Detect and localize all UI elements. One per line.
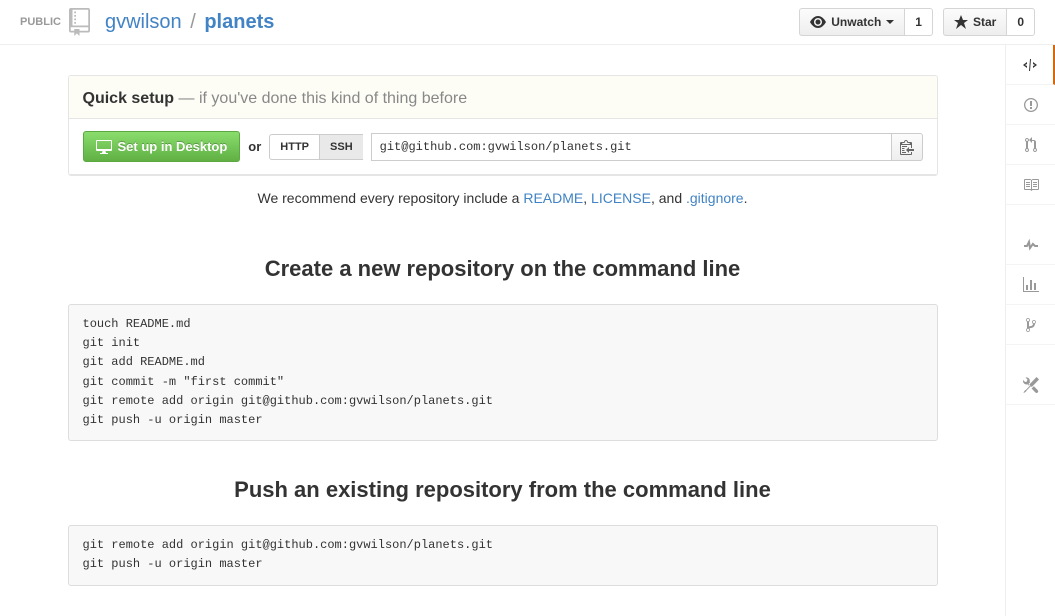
pulse-icon	[1024, 237, 1038, 253]
issue-icon	[1024, 97, 1038, 113]
unwatch-label: Unwatch	[831, 15, 881, 29]
recommend-prefix: We recommend every repository include a	[258, 190, 524, 206]
sidebar-network[interactable]	[1006, 305, 1055, 345]
pull-request-icon	[1025, 137, 1037, 153]
sidebar-pulls[interactable]	[1006, 125, 1055, 165]
watch-count[interactable]: 1	[904, 8, 933, 36]
clone-url-wrap	[371, 133, 923, 161]
star-icon	[954, 15, 968, 29]
caret-down-icon	[886, 20, 894, 24]
main: Quick setup — if you've done this kind o…	[0, 45, 1055, 616]
license-link[interactable]: LICENSE	[591, 190, 651, 206]
repo-header: PUBLIC gvwilson / planets Unwatch 1 Star	[0, 0, 1055, 45]
recommend-line: We recommend every repository include a …	[68, 176, 938, 220]
code-icon	[1022, 57, 1038, 73]
clipboard-icon	[900, 139, 914, 155]
create-title: Create a new repository on the command l…	[68, 256, 938, 282]
branch-icon	[1026, 317, 1036, 333]
setup-desktop-label: Set up in Desktop	[118, 139, 228, 154]
quick-setup-title: Quick setup	[83, 90, 175, 107]
content: Quick setup — if you've done this kind o…	[68, 45, 938, 616]
protocol-group: HTTP SSH	[269, 134, 362, 160]
star-label: Star	[973, 15, 996, 29]
repo-title: gvwilson / planets	[105, 11, 274, 34]
star-button[interactable]: Star	[943, 8, 1006, 36]
visibility-badge: PUBLIC	[20, 16, 61, 28]
readme-link[interactable]: README	[523, 190, 583, 206]
tools-icon	[1023, 377, 1039, 393]
sidebar-pulse[interactable]	[1006, 225, 1055, 265]
sidebar-settings[interactable]	[1006, 365, 1055, 405]
sidebar-issues[interactable]	[1006, 85, 1055, 125]
book-icon	[1023, 177, 1039, 193]
clone-url-input[interactable]	[371, 133, 892, 161]
repo-icon	[69, 8, 97, 36]
http-button[interactable]: HTTP	[269, 134, 319, 160]
owner-link[interactable]: gvwilson	[105, 11, 182, 33]
quick-setup-subtitle: — if you've done this kind of thing befo…	[174, 90, 467, 107]
quick-setup-box: Quick setup — if you've done this kind o…	[68, 75, 938, 176]
sidebar-code[interactable]	[1006, 45, 1055, 85]
quick-setup-body: Set up in Desktop or HTTP SSH	[69, 119, 937, 175]
header-actions: Unwatch 1 Star 0	[799, 8, 1035, 36]
star-group: Star 0	[943, 8, 1035, 36]
desktop-icon	[96, 140, 112, 154]
quick-setup-header: Quick setup — if you've done this kind o…	[69, 76, 937, 119]
watch-group: Unwatch 1	[799, 8, 933, 36]
sidebar-wiki[interactable]	[1006, 165, 1055, 205]
repo-link[interactable]: planets	[204, 11, 274, 33]
star-count[interactable]: 0	[1006, 8, 1035, 36]
create-code: touch README.md git init git add README.…	[68, 304, 938, 441]
eye-icon	[810, 16, 826, 28]
gitignore-link[interactable]: .gitignore	[686, 190, 744, 206]
setup-desktop-button[interactable]: Set up in Desktop	[83, 131, 241, 162]
ssh-button[interactable]: SSH	[319, 134, 363, 160]
push-code: git remote add origin git@github.com:gvw…	[68, 525, 938, 585]
title-separator: /	[190, 11, 196, 33]
unwatch-button[interactable]: Unwatch	[799, 8, 904, 36]
sidebar	[1005, 45, 1055, 616]
graph-icon	[1023, 277, 1039, 293]
push-title: Push an existing repository from the com…	[68, 477, 938, 503]
copy-button[interactable]	[892, 133, 923, 161]
sidebar-graphs[interactable]	[1006, 265, 1055, 305]
or-label: or	[248, 139, 261, 154]
